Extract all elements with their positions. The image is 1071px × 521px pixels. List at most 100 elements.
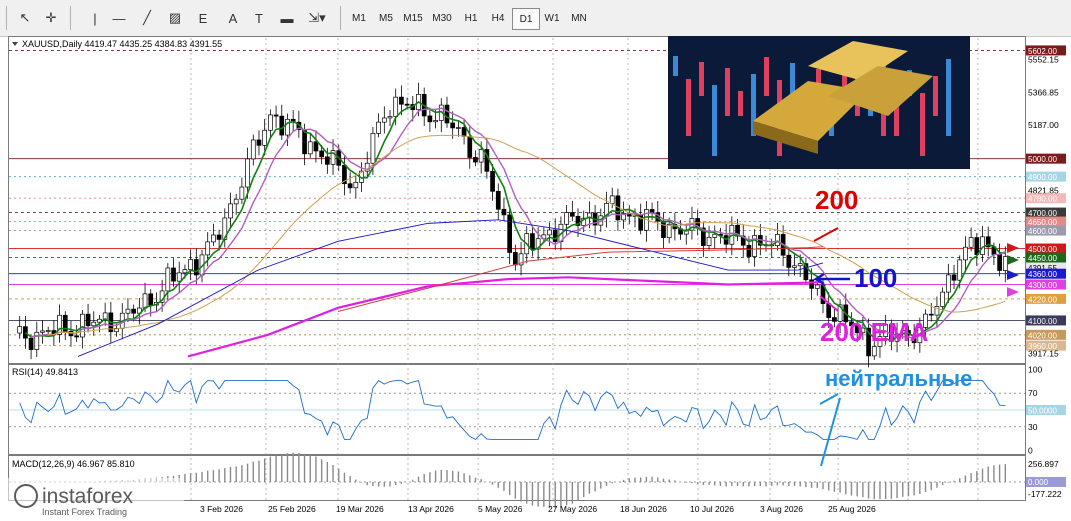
vertical-line-tool-button[interactable]: | [84,8,106,28]
candle-body [176,272,182,282]
vertical-line-icon: | [93,10,97,26]
trendline-icon: ╱ [143,10,151,25]
arrows-tool-button[interactable]: ⇲▾ [306,8,328,28]
candle-body [871,346,877,357]
ema200-label-annotation: 200 EMA [820,317,929,347]
toolbar-separator [340,6,341,30]
timeframe-m5-button[interactable]: M5 [373,8,399,28]
chart-symbol-header: XAUUSD,Daily 4419.47 4435.25 4384.83 439… [22,39,222,49]
price-level-label: 5602.00 [1028,47,1057,56]
watermark-brand: instaforex [42,485,134,508]
fibonacci-tool-button[interactable]: Ε [192,8,214,28]
price-level-badge: 4650.00 [1026,216,1066,227]
macd-header: MACD(12,26,9) 46.967 85.810 [12,459,135,469]
timeframe-m30-button[interactable]: M30 [429,8,455,28]
candle-body [564,212,569,225]
price-chart[interactable]: XAUUSD,Daily 4419.47 4435.25 4384.83 439… [8,36,1071,521]
candle-body [182,269,188,274]
label-tool-button[interactable]: T [248,8,270,28]
timeframe-h1-button[interactable]: H1 [458,8,484,28]
price-level-label: 4900.00 [1028,173,1057,182]
date-axis-label: 19 Mar 2026 [336,504,384,514]
candle-body [256,139,262,146]
price-level-label: 4300.00 [1028,281,1057,290]
trendline-tool-button[interactable]: ╱ [136,8,158,28]
candle-body [142,293,148,309]
rsi-tick-label: 100 [1028,365,1042,375]
ema200-annotation: 200 [815,185,858,215]
timeframe-w1-button[interactable]: W1 [539,8,565,28]
price-level-badge: 4700.00 [1026,207,1066,218]
candle-body [387,116,393,119]
rsi-tick-label: 30 [1028,422,1038,432]
candle-body [279,115,285,136]
price-level-badge: 5000.00 [1026,153,1066,164]
candle-body [530,233,535,250]
date-axis-label: 10 Jul 2026 [690,504,734,514]
timeframe-m15-button[interactable]: M15 [400,8,426,28]
label-icon: T [255,10,263,26]
candle-body [233,198,239,205]
rsi-header: RSI(14) 49.8413 [12,367,78,377]
candle-body [951,274,957,281]
candle-body [91,321,97,327]
candle-body [324,156,330,165]
candle-body [968,237,974,248]
rectangle-tool-button[interactable]: ▬ [276,8,298,28]
candle-body [148,293,154,306]
timeframe-mn-button[interactable]: MN [566,8,592,28]
candle-body [165,267,171,292]
candle-body [268,114,273,131]
arrows-icon: ⇲▾ [308,10,326,25]
candle-body [131,308,136,314]
candle-body [313,141,319,152]
candle-body [444,104,450,124]
candle-body [245,158,250,188]
candle-body [1002,256,1008,271]
candle-body [980,236,985,255]
candle-body [34,331,40,350]
candle-body [609,195,615,204]
candle-body [205,241,211,256]
timeframe-d1-button[interactable]: D1 [512,8,540,30]
cursor-tool-button[interactable]: ↖ [14,8,36,28]
channel-tool-button[interactable]: ▨ [164,8,186,28]
timeframe-m1-button[interactable]: M1 [346,8,372,28]
candle-body [712,233,718,238]
horizontal-line-icon: — [112,10,126,26]
price-level-label: 4100.00 [1028,317,1057,326]
date-axis-label: 25 Feb 2026 [268,504,316,514]
candle-body [211,234,216,243]
macd-zero-label: 0.000 [1028,478,1049,487]
timeframe-h4-button[interactable]: H4 [485,8,511,28]
candle-body [125,308,131,314]
candle-body [797,263,803,267]
price-level-badge: 4220.00 [1026,293,1066,304]
toolbar-separator [70,6,71,30]
candle-body [928,313,934,316]
date-axis-label: 27 May 2026 [548,504,597,514]
horizontal-line-tool-button[interactable]: — [108,8,130,28]
crosshair-tool-button[interactable]: ✛ [40,8,62,28]
macd-tick-label: 256.897 [1028,459,1059,469]
candle-body [376,121,381,134]
rectangle-icon: ▬ [280,10,294,26]
date-axis-label: 5 May 2026 [478,504,523,514]
gold-bars-photo-icon [668,36,970,169]
candle-body [957,259,963,281]
candle-body [307,141,313,155]
candle-body [661,220,666,239]
text-tool-button[interactable]: A [222,8,244,28]
candle-body [775,234,780,246]
candle-body [85,313,91,327]
candle-body [250,139,256,160]
candle-body [28,337,34,350]
candle-body [666,223,672,239]
candle-body [826,303,832,318]
candle-body [507,214,513,253]
candle-body [80,313,85,338]
price-level-label: 4450.00 [1028,254,1057,263]
price-level-badge: 4780.00 [1026,193,1066,204]
price-level-label: 4220.00 [1028,295,1057,304]
chart-toolbar: ↖ ✛ | — ╱ ▨ Ε A T ▬ ⇲▾ M1 M5 M15 M30 H1 H4 D1 W1 MN [0,0,1071,37]
